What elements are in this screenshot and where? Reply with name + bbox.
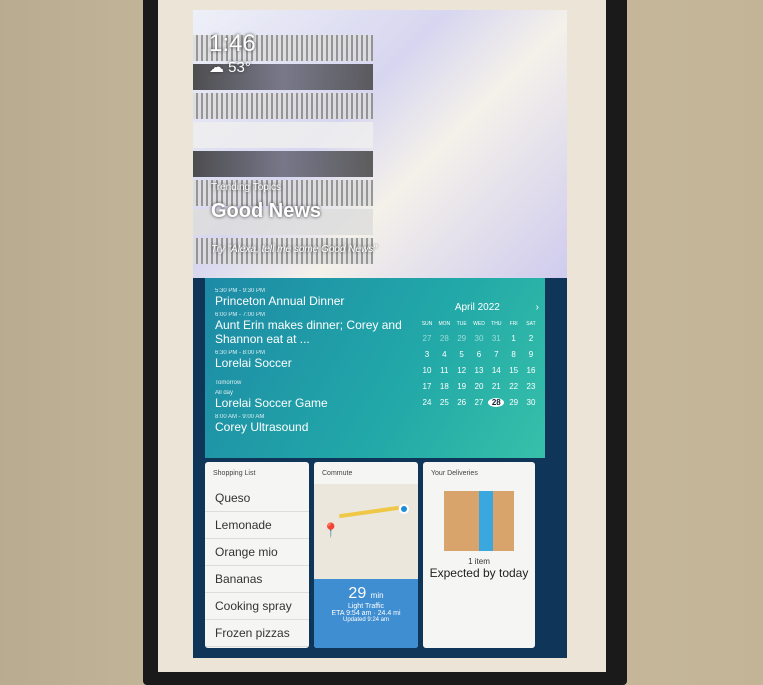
- tomorrow-label: Tomorrow: [215, 380, 242, 386]
- calendar-day[interactable]: 11: [436, 366, 452, 375]
- calendar-day[interactable]: 16: [523, 366, 539, 375]
- calendar-day[interactable]: 23: [523, 382, 539, 391]
- location-dot-icon: [399, 504, 409, 514]
- commute-widget[interactable]: Commute 📍 29 min Light Traffic ETA 9:54 a…: [314, 462, 418, 648]
- calendar-day[interactable]: 26: [454, 398, 470, 407]
- calendar-day[interactable]: 15: [506, 366, 522, 375]
- calendar-day[interactable]: 6: [471, 350, 487, 359]
- calendar-day[interactable]: 22: [506, 382, 522, 391]
- echo-show-screen: 1:46 ☁ 53° Trending Topics Good News Try…: [193, 10, 567, 658]
- calendar-day[interactable]: 24: [419, 398, 435, 407]
- agenda-list: 5:30 PM - 9:30 PM Princeton Annual Dinner…: [215, 284, 415, 434]
- calendar-day[interactable]: 25: [436, 398, 452, 407]
- delivery-count: 1 item: [468, 557, 490, 566]
- calendar-day[interactable]: 2: [523, 334, 539, 343]
- calendar-day[interactable]: 29: [454, 334, 470, 343]
- calendar-day[interactable]: 28: [436, 334, 452, 343]
- chevron-right-icon[interactable]: ›: [536, 302, 539, 313]
- deliveries-title: Your Deliveries: [431, 470, 478, 477]
- calendar-day[interactable]: 4: [436, 350, 452, 359]
- calendar-day[interactable]: 28: [488, 398, 505, 407]
- day-of-week: MON: [438, 321, 451, 327]
- calendar-day[interactable]: 3: [419, 350, 435, 359]
- deliveries-widget[interactable]: Your Deliveries 1 item Expected by today: [423, 462, 535, 648]
- trending-hint: Try "Alexa, tell me some Good News": [211, 244, 377, 255]
- calendar-day[interactable]: 8: [506, 350, 522, 359]
- month-calendar: April 2022 › SUN MON TUE WED THU FRI SAT 27 28 2…: [419, 284, 539, 414]
- calendar-day[interactable]: 5: [454, 350, 470, 359]
- weather: ☁ 53°: [209, 59, 251, 76]
- agenda-item[interactable]: 6:00 PM - 7:00 PM Aunt Erin makes dinner;…: [215, 312, 415, 346]
- trending-label: Trending Topics: [211, 182, 282, 193]
- calendar-day[interactable]: 19: [454, 382, 470, 391]
- shopping-list-title: Shopping List: [213, 470, 256, 477]
- agenda-item[interactable]: All day Lorelai Soccer Game: [215, 390, 415, 410]
- calendar-day[interactable]: 30: [471, 334, 487, 343]
- calendar-day[interactable]: 27: [419, 334, 435, 343]
- calendar-day[interactable]: 30: [523, 398, 539, 407]
- day-of-week: WED: [473, 321, 485, 327]
- shopping-list-widget[interactable]: Shopping List Queso Lemonade Orange mio Ban…: [205, 462, 309, 648]
- calendar-widget[interactable]: 5:30 PM - 9:30 PM Princeton Annual Dinner…: [205, 278, 545, 458]
- calendar-day[interactable]: 20: [471, 382, 487, 391]
- day-of-week: SAT: [526, 321, 536, 327]
- agenda-item[interactable]: 8:00 AM - 9:00 AM Corey Ultrasound: [215, 414, 415, 434]
- day-of-week: TUE: [456, 321, 467, 327]
- cloud-rain-icon: ☁: [209, 59, 224, 76]
- shopping-item[interactable]: Cooking spray: [205, 593, 309, 620]
- calendar-day[interactable]: 21: [488, 382, 504, 391]
- calendar-day[interactable]: 10: [419, 366, 435, 375]
- commute-title: Commute: [322, 470, 353, 477]
- calendar-day[interactable]: 9: [523, 350, 539, 359]
- shopping-item[interactable]: Bananas: [205, 566, 309, 593]
- commute-eta: 29 min Light Traffic ETA 9:54 am · 24.4 m…: [314, 579, 418, 648]
- agenda-item[interactable]: 6:30 PM - 8:00 PM Lorelai Soccer: [215, 350, 415, 370]
- package-icon: [444, 491, 514, 551]
- clock: 1:46: [209, 30, 256, 57]
- delivery-status: Expected by today: [429, 566, 529, 580]
- commute-map: 📍: [314, 484, 418, 579]
- month-title: April 2022 ›: [454, 302, 539, 313]
- calendar-day[interactable]: 31: [488, 334, 504, 343]
- car-pin-icon: 📍: [322, 522, 340, 538]
- shopping-item[interactable]: Frozen pizzas: [205, 620, 309, 647]
- calendar-day[interactable]: 7: [488, 350, 504, 359]
- calendar-day[interactable]: 14: [488, 366, 504, 375]
- calendar-day[interactable]: 12: [454, 366, 470, 375]
- calendar-day[interactable]: 18: [436, 382, 452, 391]
- trending-widget[interactable]: 1:46 ☁ 53° Trending Topics Good News Try…: [193, 10, 567, 278]
- trending-title: Good News: [211, 200, 322, 222]
- calendar-day[interactable]: 1: [506, 334, 522, 343]
- route-line: [339, 505, 399, 519]
- shopping-item[interactable]: Queso: [205, 485, 309, 512]
- calendar-day[interactable]: 13: [471, 366, 487, 375]
- calendar-day[interactable]: 27: [471, 398, 487, 407]
- shopping-item[interactable]: Orange mio: [205, 539, 309, 566]
- day-of-week: SUN: [421, 321, 433, 327]
- shopping-item[interactable]: Lemonade: [205, 512, 309, 539]
- day-of-week: THU: [491, 321, 502, 327]
- agenda-item[interactable]: 5:30 PM - 9:30 PM Princeton Annual Dinner: [215, 288, 415, 308]
- day-of-week: FRI: [509, 321, 518, 327]
- calendar-day[interactable]: 29: [506, 398, 522, 407]
- calendar-day[interactable]: 17: [419, 382, 435, 391]
